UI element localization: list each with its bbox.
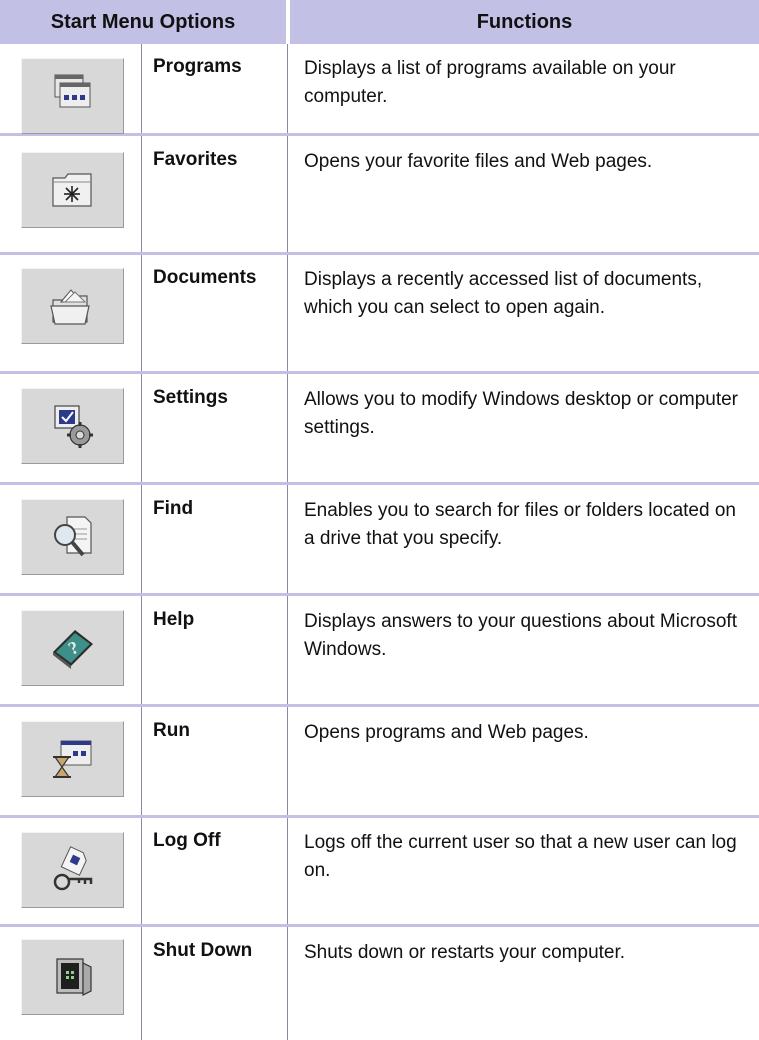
table-row: ? Help Displays answers to your question… — [0, 596, 759, 704]
icon-cell — [21, 58, 124, 134]
find-icon — [53, 516, 92, 557]
favorites-icon — [51, 173, 92, 207]
table-row: Shut Down Shuts down or restarts your co… — [0, 927, 759, 1040]
function-find: Enables you to search for files or folde… — [304, 500, 736, 549]
documents-icon — [49, 289, 90, 325]
programs-icon — [54, 74, 90, 108]
function-help: Displays answers to your questions about… — [304, 611, 737, 660]
option-find: Find — [153, 498, 194, 519]
function-favorites: Opens your favorite files and Web pages. — [304, 151, 653, 172]
option-documents: Documents — [153, 267, 257, 288]
option-log-off: Log Off — [153, 830, 221, 851]
option-settings: Settings — [153, 387, 228, 408]
option-programs: Programs — [153, 56, 242, 77]
option-favorites: Favorites — [153, 149, 238, 170]
table-row: Run Opens programs and Web pages. — [0, 707, 759, 815]
header-start-menu-options: Start Menu Options — [0, 0, 286, 44]
help-icon: ? — [52, 630, 93, 669]
icon-cell — [21, 832, 124, 908]
option-help: Help — [153, 609, 195, 630]
table-row: Documents Displays a recently accessed l… — [0, 255, 759, 371]
icon-cell: ? — [21, 610, 124, 686]
icon-cell — [21, 721, 124, 797]
settings-icon — [53, 405, 93, 448]
icon-cell — [21, 388, 124, 464]
header-label-functions: Functions — [476, 11, 573, 33]
function-documents: Displays a recently accessed list of doc… — [304, 269, 703, 318]
header-functions: Functions — [290, 0, 759, 44]
option-shut-down: Shut Down — [153, 940, 253, 961]
log-off-icon — [53, 846, 92, 891]
icon-cell — [21, 499, 124, 575]
shut-down-icon — [55, 958, 92, 996]
function-settings: Allows you to modify Windows desktop or … — [304, 389, 739, 438]
table-row: Find Enables you to search for files or … — [0, 485, 759, 593]
icon-cell — [21, 152, 124, 228]
option-run: Run — [153, 720, 190, 741]
function-run: Opens programs and Web pages. — [304, 722, 589, 743]
table-row: Log Off Logs off the current user so tha… — [0, 818, 759, 924]
start-menu-options-table: Start Menu Options Functions Programs Di… — [0, 0, 759, 1040]
function-log-off: Logs off the current user so that a new … — [304, 832, 737, 881]
header-label-options: Start Menu Options — [50, 11, 236, 33]
icon-cell — [21, 939, 124, 1015]
run-icon — [52, 740, 91, 778]
icon-cell — [21, 268, 124, 344]
function-programs: Displays a list of programs available on… — [304, 58, 676, 107]
function-shut-down: Shuts down or restarts your computer. — [304, 942, 626, 963]
table-row: Settings Allows you to modify Windows de… — [0, 374, 759, 482]
table-row: Favorites Opens your favorite files and … — [0, 136, 759, 252]
table-row: Programs Displays a list of programs ava… — [0, 44, 759, 134]
